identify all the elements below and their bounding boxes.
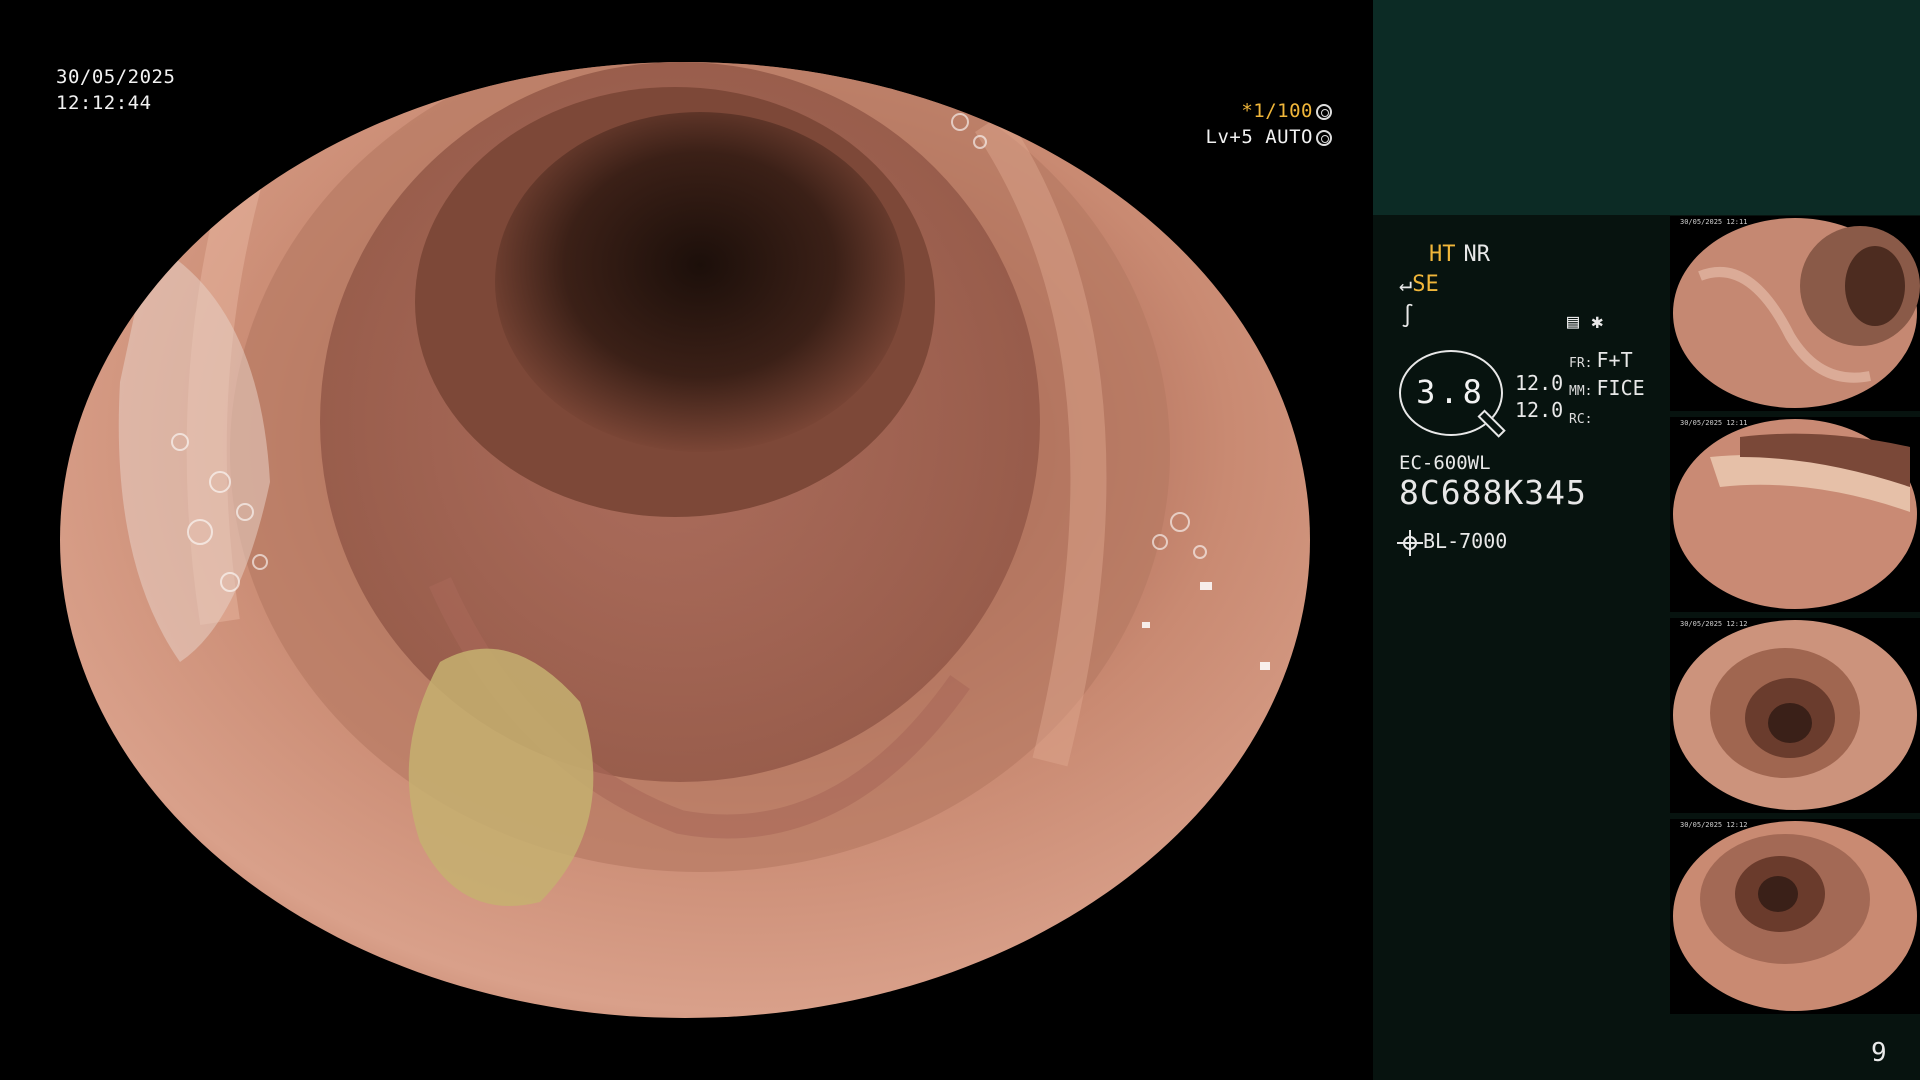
exposure-info: *1/100 Lv+5 AUTO <box>1206 98 1332 150</box>
serial-number: 8C688K345 <box>1399 473 1587 512</box>
fr-value: F+T <box>1596 348 1633 372</box>
color-enhancement-icon: ∫ <box>1401 304 1415 329</box>
side-panel: HT NR ↵SE ∫ ▤ ✱ 3.8 12.0 12.0 FR: F+T MM: F… <box>1373 0 1920 1080</box>
structure-icon: ↵ <box>1399 272 1413 297</box>
light-source-icon <box>1397 529 1423 556</box>
thumbnail-caption: 30/05/2025 12:12 <box>1680 620 1748 628</box>
endoscope-view: 30/05/2025 12:12:44 *1/100 Lv+5 AUTO <box>0 0 1372 1080</box>
value-one: 12.0 <box>1515 371 1564 395</box>
brightness-level: Lv+5 <box>1205 126 1254 148</box>
mm-label: MM: <box>1569 384 1593 399</box>
ht-label: HT <box>1429 242 1456 267</box>
value-two: 12.0 <box>1515 398 1564 422</box>
side-panel-header <box>1373 0 1920 215</box>
thumbnail-4[interactable]: 30/05/2025 12:12 <box>1670 819 1920 1014</box>
scope-gauge: 3.8 <box>1399 350 1506 438</box>
nr-label: NR <box>1463 242 1491 267</box>
shutter-mode-icon <box>1316 103 1332 120</box>
shutter-marker: * <box>1241 100 1254 122</box>
date-text: 30/05/2025 <box>56 66 176 88</box>
thumbnail-list: 30/05/2025 12:11 30/05/2025 12:11 30/05/… <box>1670 216 1920 1020</box>
fr-label: FR: <box>1569 356 1593 371</box>
page-number: 9 <box>1871 1038 1887 1068</box>
thumbnail-caption: 30/05/2025 12:11 <box>1680 419 1748 427</box>
exposure-mode: AUTO <box>1265 126 1313 148</box>
thumbnail-caption: 30/05/2025 12:12 <box>1680 821 1748 829</box>
mode-settings: FR: F+T MM: FICE RC: <box>1569 348 1645 432</box>
thumbnail-3[interactable]: 30/05/2025 12:12 <box>1670 618 1920 813</box>
thumbnail-1[interactable]: 30/05/2025 12:11 <box>1670 216 1920 411</box>
gauge-value: 3.8 <box>1416 373 1486 411</box>
thumbnail-caption: 30/05/2025 12:11 <box>1680 218 1748 226</box>
iris-icon <box>1316 129 1332 146</box>
structure-enhancement-row: ↵SE <box>1399 270 1439 300</box>
light-source: BL-7000 <box>1397 526 1508 556</box>
text-overlay-indicator: ▤ ✱ <box>1567 309 1604 333</box>
thumbnail-2[interactable]: 30/05/2025 12:11 <box>1670 417 1920 612</box>
enhancement-row: HT NR <box>1429 240 1490 270</box>
rc-label: RC: <box>1569 412 1593 427</box>
endoscopy-image <box>60 62 1310 1018</box>
se-label: SE <box>1412 272 1439 297</box>
numeric-values: 12.0 12.0 <box>1515 370 1563 424</box>
mm-value: FICE <box>1596 376 1645 400</box>
time-text: 12:12:44 <box>56 92 152 114</box>
timestamp: 30/05/2025 12:12:44 <box>56 64 175 116</box>
shutter-speed: 1/100 <box>1253 100 1313 122</box>
light-source-label: BL-7000 <box>1423 529 1508 553</box>
